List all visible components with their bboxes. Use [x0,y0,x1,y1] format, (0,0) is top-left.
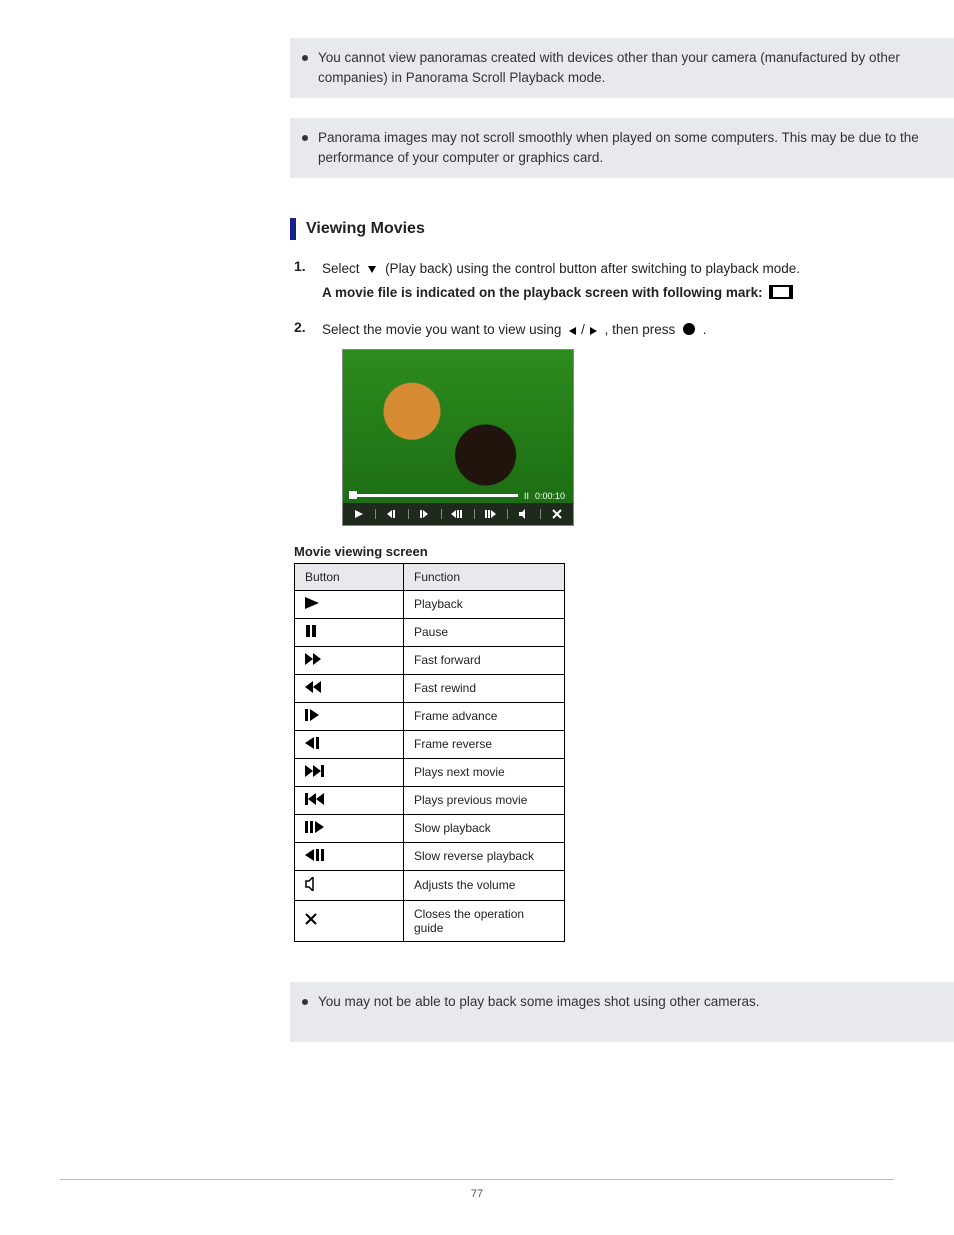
slow-forward-icon [475,509,508,519]
table-row: Adjusts the volume [295,870,565,900]
function-label: Plays next movie [404,758,565,786]
th-button: Button [295,563,404,590]
left-triangle-icon [568,321,578,343]
table-row: Frame advance [295,702,565,730]
timecode: 0:00:10 [535,489,565,503]
function-label: Frame advance [404,702,565,730]
close-icon [541,509,573,519]
close-icon [295,900,404,941]
function-label: Slow playback [404,814,565,842]
step-1: 1. Select (Play back) using the control … [294,258,954,305]
step-back-icon [376,509,409,519]
stepfwd-icon [295,702,404,730]
note-text: Panorama images may not scroll smoothly … [318,128,924,167]
right-triangle-icon [588,321,598,343]
next-icon [295,758,404,786]
bullet-icon [302,135,308,141]
movie-playback-screenshot: II 0:00:10 [342,349,574,526]
bullet-icon [302,55,308,61]
play-icon [343,509,376,519]
note-text: You may not be able to play back some im… [318,992,760,1012]
note-text: You cannot view panoramas created with d… [318,48,924,87]
prev-icon [295,786,404,814]
pause-icon [295,618,404,646]
note-box-3: You may not be able to play back some im… [290,982,954,1042]
table-row: Slow playback [295,814,565,842]
step-text: Select (Play back) using the control but… [322,258,800,305]
function-label: Slow reverse playback [404,842,565,870]
section-heading: Viewing Movies [290,218,954,240]
pause-state-icon: II [524,489,529,503]
table-row: Playback [295,590,565,618]
function-label: Fast forward [404,646,565,674]
step-number: 1. [294,258,308,305]
volume-icon [508,509,541,519]
play-icon [295,590,404,618]
function-label: Plays previous movie [404,786,565,814]
function-label: Playback [404,590,565,618]
playback-toolbar [343,503,573,525]
center-dot-icon [682,321,696,343]
table-row: Fast rewind [295,674,565,702]
table-row: Plays next movie [295,758,565,786]
step-forward-icon [409,509,442,519]
table-row: Pause [295,618,565,646]
ff-icon [295,646,404,674]
slow-back-icon [442,509,475,519]
function-label: Adjusts the volume [404,870,565,900]
table-row: Closes the operation guide [295,900,565,941]
steprev-icon [295,730,404,758]
th-function: Function [404,563,565,590]
function-label: Closes the operation guide [404,900,565,941]
vol-icon [295,870,404,900]
step-text: Select the movie you want to view using … [322,319,707,526]
note-box-2: Panorama images may not scroll smoothly … [290,118,954,178]
heading-bar-icon [290,218,296,240]
slowfwd-icon [295,814,404,842]
heading-text: Viewing Movies [306,220,425,238]
rew-icon [295,674,404,702]
step-number: 2. [294,319,308,526]
seek-bar [351,494,518,497]
table-caption: Movie viewing screen [294,544,954,559]
note-box-1: You cannot view panoramas created with d… [290,38,954,98]
page-number: 77 [60,1179,894,1200]
step-2: 2. Select the movie you want to view usi… [294,319,954,526]
function-label: Frame reverse [404,730,565,758]
movie-strip-icon [769,284,793,306]
table-row: Fast forward [295,646,565,674]
function-label: Fast rewind [404,674,565,702]
table-row: Slow reverse playback [295,842,565,870]
table-row: Plays previous movie [295,786,565,814]
controls-table: Button Function PlaybackPauseFast forwar… [294,563,565,942]
bullet-icon [302,999,308,1005]
slowrev-icon [295,842,404,870]
function-label: Pause [404,618,565,646]
down-triangle-icon [366,260,378,282]
table-row: Frame reverse [295,730,565,758]
